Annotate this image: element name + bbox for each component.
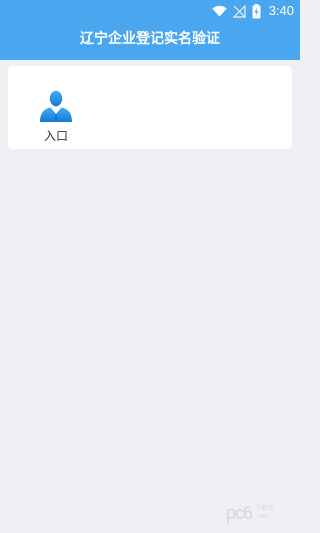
wifi-icon <box>211 5 227 17</box>
watermark-sub-bottom: .com <box>255 514 269 520</box>
entry-button[interactable]: 入口 <box>30 90 82 146</box>
no-signal-icon <box>232 4 246 18</box>
page-title: 辽宁企业登记实名验证 <box>80 31 220 47</box>
entry-card: 入口 <box>8 66 292 149</box>
watermark-sub-top: 下载站 <box>255 506 274 512</box>
watermark-logo-text: pc6 <box>226 503 253 523</box>
user-icon <box>40 90 72 122</box>
entry-label: 入口 <box>43 129 68 143</box>
status-bar: 3:40 <box>0 0 300 22</box>
app-bar: 3:40 辽宁企业登记实名验证 <box>0 0 300 60</box>
watermark-side: 下载站 .com <box>255 505 273 521</box>
battery-charging-icon <box>252 3 261 18</box>
status-icons: 3:40 <box>211 3 294 19</box>
status-time: 3:40 <box>268 3 294 18</box>
watermark: pc6 下载站 .com <box>226 501 292 525</box>
